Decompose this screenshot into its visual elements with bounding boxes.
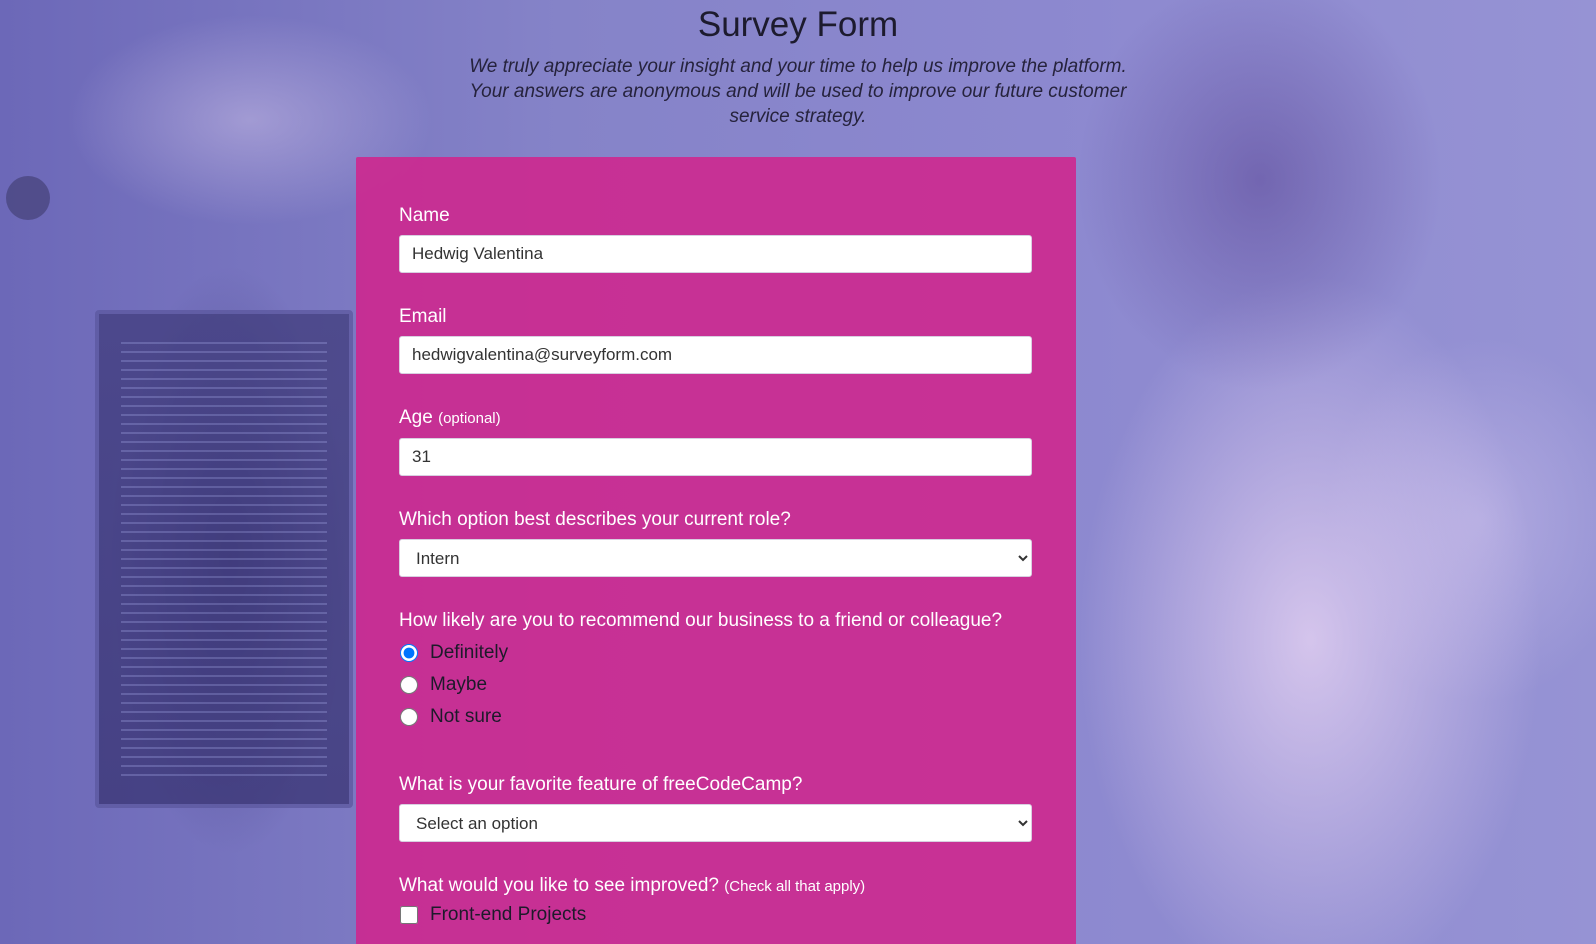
survey-form: Name Email Age (optional) Which option b… — [399, 203, 1032, 944]
page-description: We truly appreciate your insight and you… — [469, 56, 1127, 127]
survey-page: Survey Form We truly appreciate your ins… — [0, 0, 1596, 944]
name-input[interactable] — [399, 235, 1032, 273]
recommend-group: How likely are you to recommend our busi… — [399, 608, 1032, 733]
email-group: Email — [399, 304, 1032, 374]
background-webcam — [6, 176, 50, 220]
improvements-clue: (Check all that apply) — [724, 878, 866, 895]
age-group: Age (optional) — [399, 405, 1032, 476]
recommend-option-not-sure[interactable]: Not sure — [399, 701, 1032, 733]
age-input[interactable] — [399, 438, 1032, 476]
age-optional-clue: (optional) — [438, 410, 501, 427]
improvements-label: What would you like to see improved? (Ch… — [399, 875, 865, 896]
age-label: Age (optional) — [399, 407, 501, 428]
recommend-radio-list: Definitely Maybe Not sure — [399, 637, 1032, 733]
favorite-feature-group: What is your favorite feature of freeCod… — [399, 772, 1032, 842]
maybe-label: Maybe — [430, 674, 488, 695]
recommend-option-maybe[interactable]: Maybe — [399, 669, 1032, 701]
email-input[interactable] — [399, 336, 1032, 374]
front-end-projects-label: Front-end Projects — [430, 904, 587, 925]
front-end-projects-checkbox[interactable] — [400, 906, 418, 924]
improvement-option-front-end-projects[interactable]: Front-end Projects — [399, 899, 1032, 931]
role-group: Which option best describes your current… — [399, 507, 1032, 577]
name-group: Name — [399, 203, 1032, 273]
recommend-option-definitely[interactable]: Definitely — [399, 637, 1032, 669]
survey-header: Survey Form We truly appreciate your ins… — [0, 0, 1596, 129]
role-select[interactable]: Intern — [399, 539, 1032, 577]
favorite-feature-label: What is your favorite feature of freeCod… — [399, 774, 803, 795]
not-sure-radio[interactable] — [400, 708, 418, 726]
favorite-feature-select[interactable]: Select an option — [399, 804, 1032, 842]
page-title: Survey Form — [697, 5, 899, 44]
definitely-radio[interactable] — [400, 644, 418, 662]
background-code-lines — [121, 342, 327, 776]
definitely-label: Definitely — [430, 642, 509, 663]
email-label: Email — [399, 306, 447, 327]
age-label-text: Age — [399, 407, 433, 428]
role-label: Which option best describes your current… — [399, 509, 791, 530]
name-label: Name — [399, 205, 450, 226]
recommend-label: How likely are you to recommend our busi… — [399, 610, 1003, 631]
survey-form-panel: Name Email Age (optional) Which option b… — [356, 157, 1076, 944]
improvements-group: What would you like to see improved? (Ch… — [399, 873, 1032, 931]
background-monitor — [95, 310, 353, 808]
improvements-label-text: What would you like to see improved? — [399, 875, 719, 896]
not-sure-label: Not sure — [430, 706, 502, 727]
maybe-radio[interactable] — [400, 676, 418, 694]
